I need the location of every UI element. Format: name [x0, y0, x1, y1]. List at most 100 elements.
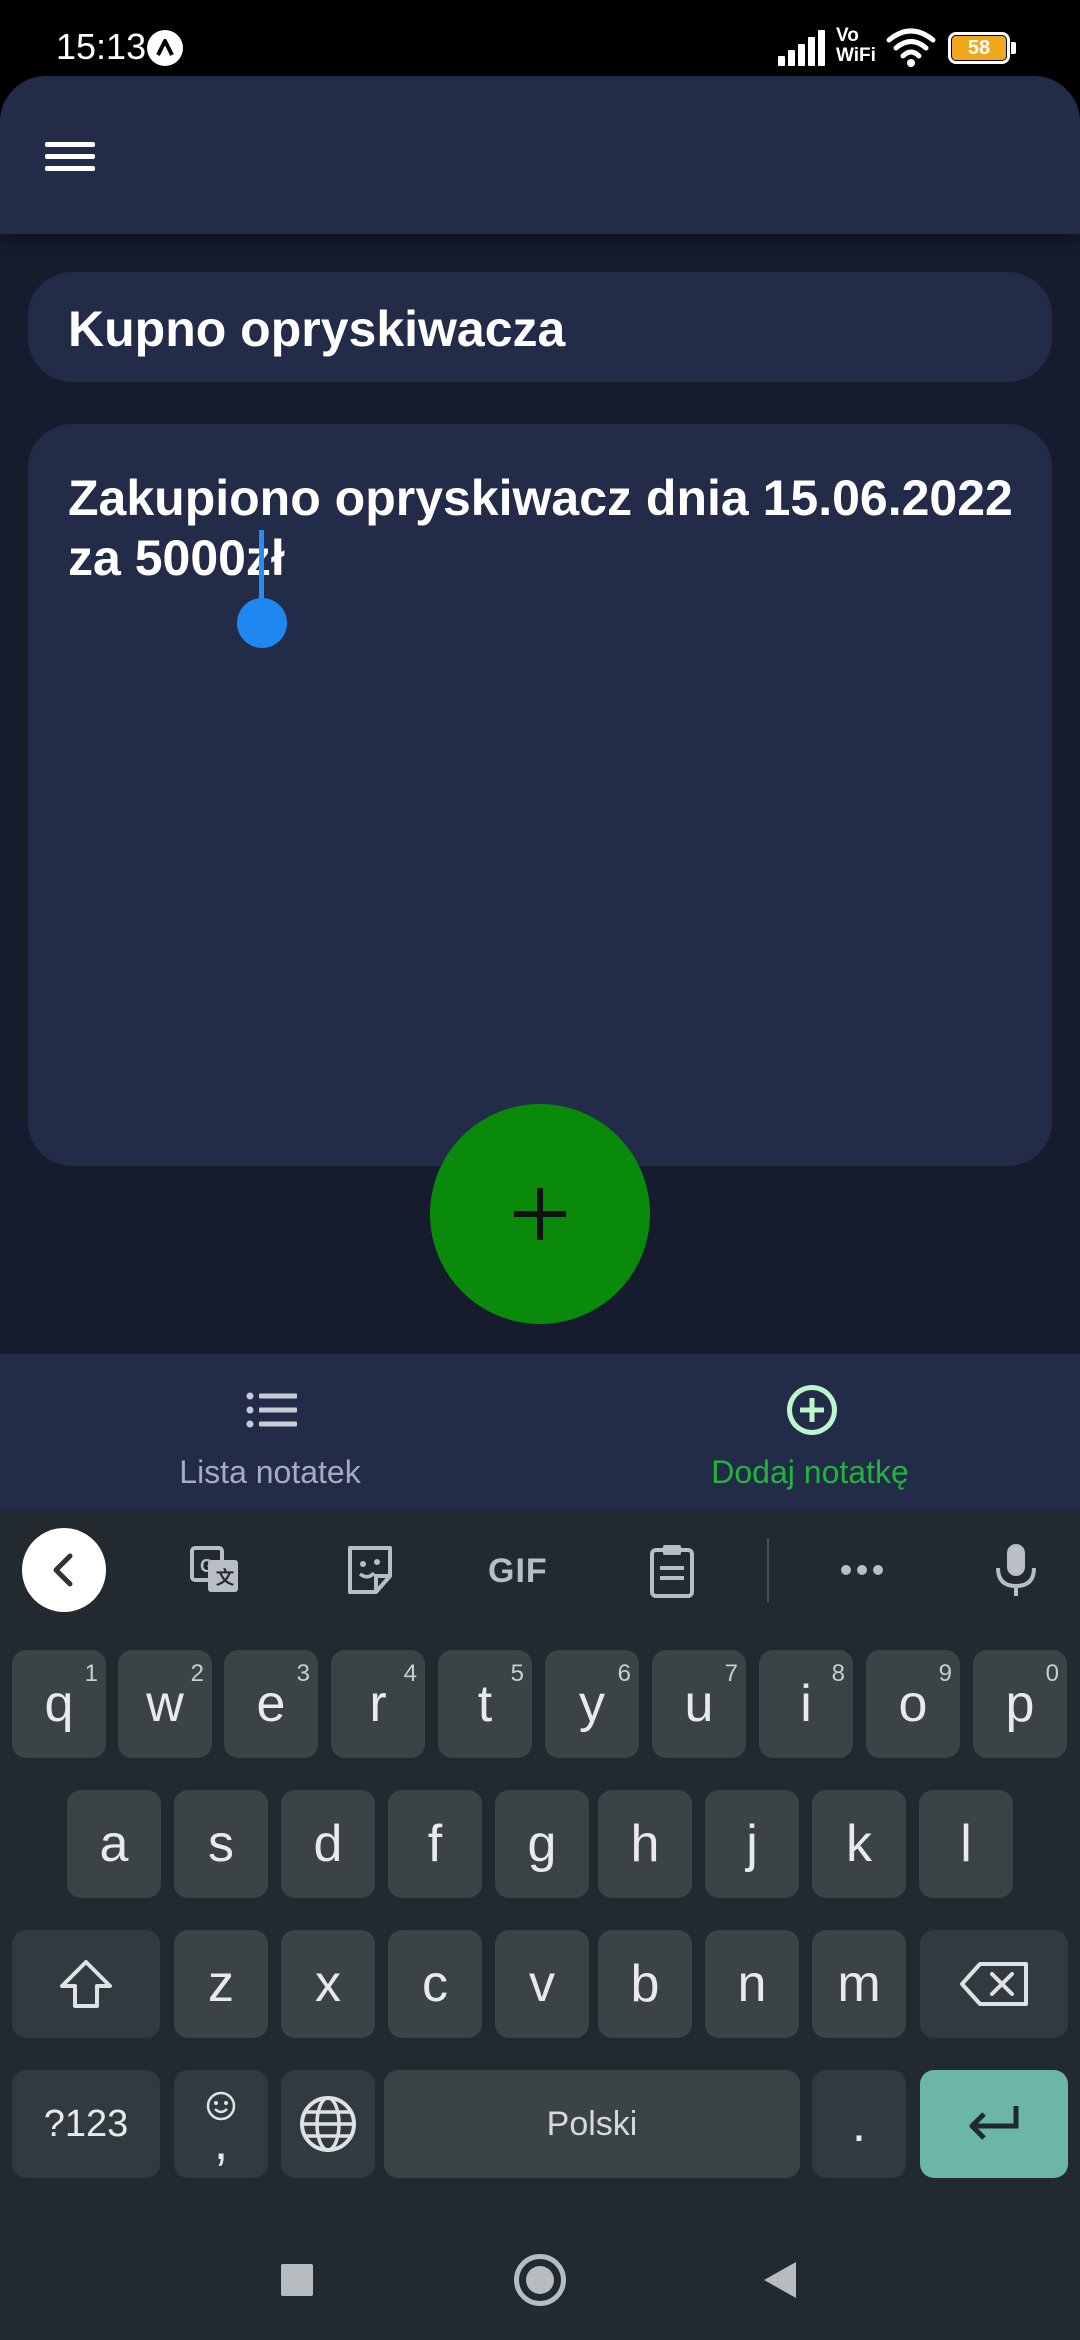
text-cursor-handle[interactable]	[237, 598, 287, 648]
translate-icon[interactable]: G 文	[186, 1540, 246, 1600]
toolbar-divider	[767, 1538, 769, 1602]
sticker-icon[interactable]	[340, 1540, 400, 1600]
key-l[interactable]: l	[919, 1790, 1013, 1898]
key-o-hint: 9	[938, 1660, 952, 1687]
status-time: 15:13	[56, 26, 147, 67]
key-p[interactable]: p0	[973, 1650, 1067, 1758]
hamburger-menu-icon[interactable]	[34, 128, 106, 184]
keyboard-toolbar: G 文 GIF	[0, 1510, 1080, 1628]
key-o-label: o	[898, 1675, 928, 1733]
key-e-hint: 3	[296, 1660, 310, 1687]
key-i-hint: 8	[831, 1660, 845, 1687]
plus-icon	[514, 1188, 566, 1240]
key-y[interactable]: y6	[545, 1650, 639, 1758]
list-icon	[246, 1392, 297, 1428]
app-notification-icon	[147, 30, 183, 66]
wifi-icon	[886, 28, 936, 67]
key-e[interactable]: e3	[224, 1650, 318, 1758]
key-t[interactable]: t5	[438, 1650, 532, 1758]
system-navigation-bar	[0, 2210, 1080, 2340]
comma-label: ,	[213, 2113, 229, 2171]
back-chevron-icon[interactable]	[22, 1528, 106, 1612]
gif-icon[interactable]: GIF	[488, 1552, 548, 1591]
clipboard-icon[interactable]	[642, 1540, 702, 1600]
key-w[interactable]: w2	[118, 1650, 212, 1758]
key-g[interactable]: g	[495, 1790, 589, 1898]
key-y-label: y	[579, 1675, 605, 1733]
space-key[interactable]: Polski	[384, 2070, 800, 2178]
svg-text:文: 文	[216, 1567, 235, 1588]
recents-square-icon[interactable]	[281, 2264, 313, 2296]
text-cursor	[259, 530, 264, 602]
key-u-label: u	[684, 1675, 714, 1733]
key-x[interactable]: x	[281, 1930, 375, 2038]
shift-key[interactable]	[12, 1930, 160, 2038]
key-q-hint: 1	[84, 1660, 98, 1687]
key-w-label: w	[146, 1675, 184, 1733]
key-k[interactable]: k	[812, 1790, 906, 1898]
key-i-label: i	[800, 1675, 812, 1733]
key-m[interactable]: m	[812, 1930, 906, 2038]
language-key[interactable]	[281, 2070, 375, 2178]
note-content-text: Zakupiono opryskiwacz dnia 15.06.2022 za…	[68, 470, 1013, 586]
key-w-hint: 2	[190, 1660, 204, 1687]
microphone-icon[interactable]	[986, 1540, 1046, 1600]
more-icon[interactable]	[832, 1540, 892, 1600]
symbols-key[interactable]: ?123	[12, 2070, 160, 2178]
battery-level: 58	[967, 37, 991, 59]
key-t-label: t	[477, 1675, 493, 1733]
key-p-hint: 0	[1045, 1660, 1059, 1687]
note-title-text: Kupno opryskiwacza	[68, 301, 566, 357]
nav-label-add-note: Dodaj notatkę	[711, 1454, 909, 1490]
backspace-key[interactable]	[920, 1930, 1068, 2038]
svg-text:G: G	[200, 1556, 214, 1576]
key-r-label: r	[369, 1675, 387, 1733]
battery-icon: 58	[948, 32, 1016, 64]
key-s[interactable]: s	[174, 1790, 268, 1898]
key-r-hint: 4	[403, 1660, 417, 1687]
nav-item-note-list[interactable]: Lista notatek	[0, 1354, 540, 1510]
key-v[interactable]: v	[495, 1930, 589, 2038]
key-r[interactable]: r4	[331, 1650, 425, 1758]
bottom-navigation: Lista notatek Dodaj notatkę	[0, 1354, 1080, 1510]
globe-icon	[300, 2096, 356, 2152]
key-f[interactable]: f	[388, 1790, 482, 1898]
key-c[interactable]: c	[388, 1930, 482, 2038]
key-q[interactable]: q1	[12, 1650, 106, 1758]
add-circle-icon	[787, 1385, 837, 1435]
home-circle-icon[interactable]	[514, 2254, 566, 2306]
note-content-input[interactable]: Zakupiono opryskiwacz dnia 15.06.2022 za…	[28, 424, 1052, 1166]
emoji-comma-key[interactable]: ,	[174, 2070, 268, 2178]
key-n[interactable]: n	[705, 1930, 799, 2038]
back-triangle-icon[interactable]	[762, 2260, 798, 2300]
backspace-icon	[960, 1962, 1028, 2006]
nav-label-note-list: Lista notatek	[179, 1454, 361, 1490]
key-q-label: q	[44, 1675, 74, 1733]
vowifi-top-label: Vo	[836, 25, 859, 46]
key-j[interactable]: j	[705, 1790, 799, 1898]
note-title-input[interactable]: Kupno opryskiwacza	[28, 272, 1052, 382]
key-z[interactable]: z	[174, 1930, 268, 2038]
key-d[interactable]: d	[281, 1790, 375, 1898]
key-u[interactable]: u7	[652, 1650, 746, 1758]
key-p-label: p	[1005, 1675, 1035, 1733]
soft-keyboard: G 文 GIF q1 w2 e3 r4 t 5 y 6 u 7 i 8 o 9 …	[0, 1510, 1080, 2340]
key-b[interactable]: b	[598, 1930, 692, 2038]
shift-icon	[60, 1960, 112, 2008]
key-a[interactable]: a	[67, 1790, 161, 1898]
enter-icon	[969, 2106, 1019, 2140]
vowifi-indicator: Vo WiFi	[836, 26, 884, 70]
vowifi-bottom-label: WiFi	[836, 45, 876, 66]
key-t-hint: 5	[510, 1660, 524, 1687]
key-i[interactable]: i8	[759, 1650, 853, 1758]
key-h[interactable]: h	[598, 1790, 692, 1898]
app-bar	[0, 76, 1080, 234]
add-note-fab-button[interactable]	[430, 1104, 650, 1324]
signal-strength-icon	[778, 30, 828, 66]
key-o[interactable]: o9	[866, 1650, 960, 1758]
key-e-label: e	[256, 1675, 286, 1733]
key-y-hint: 6	[617, 1660, 631, 1687]
enter-key[interactable]	[920, 2070, 1068, 2178]
nav-item-add-note[interactable]: Dodaj notatkę	[540, 1354, 1080, 1510]
period-key[interactable]: .	[812, 2070, 906, 2178]
